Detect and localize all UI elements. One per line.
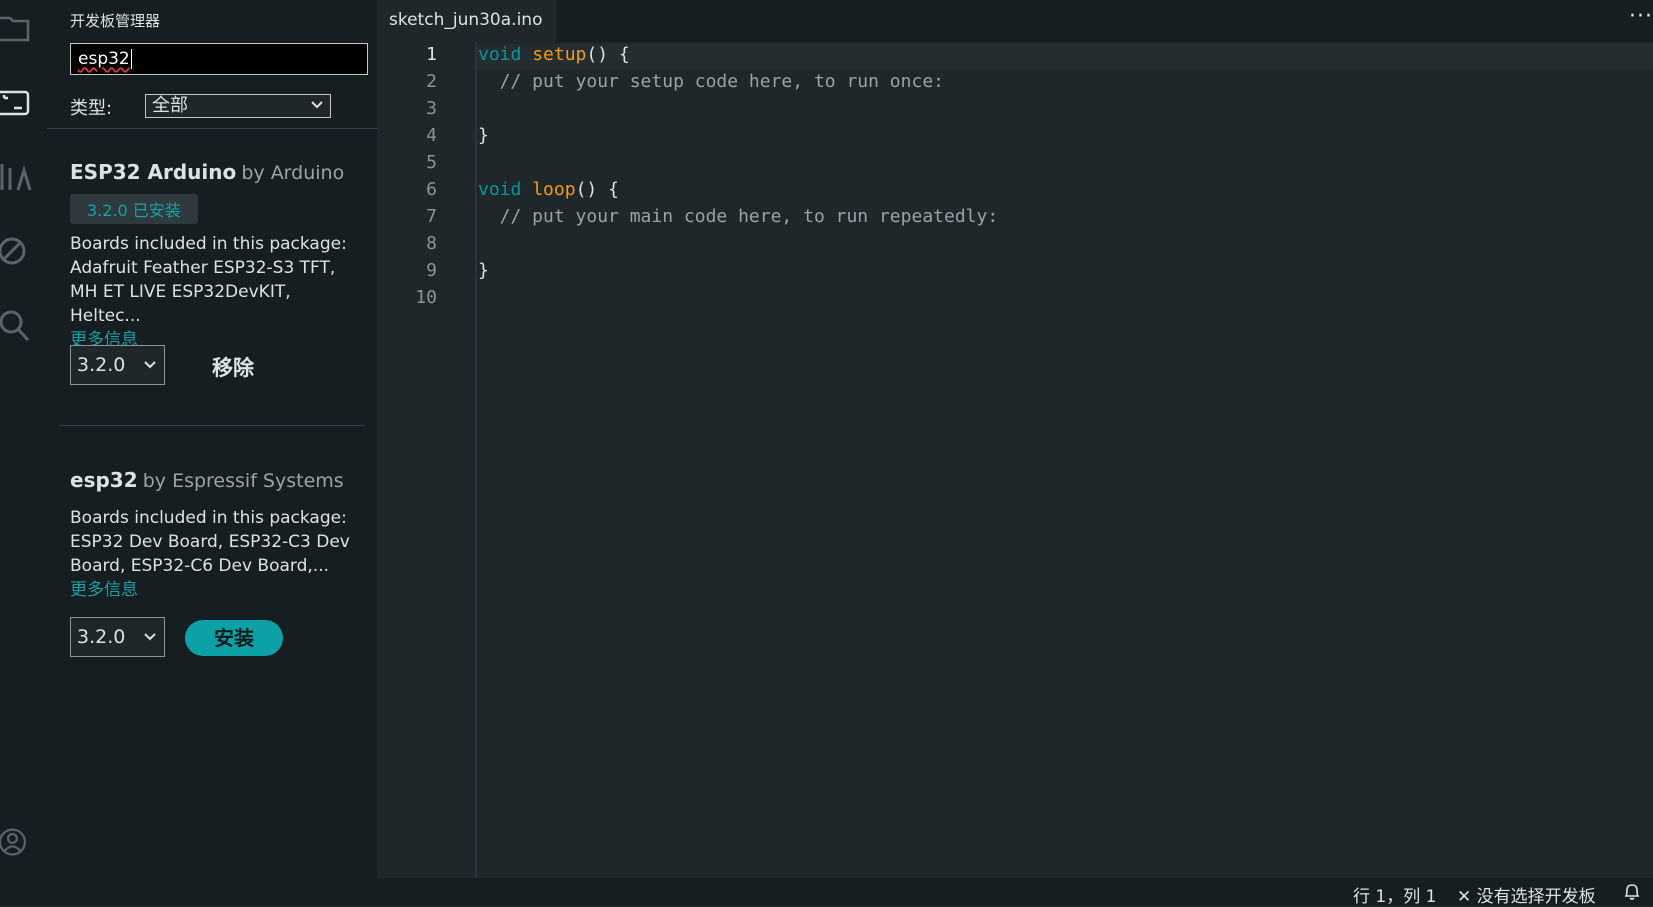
package-header: ESP32 Arduino by Arduino xyxy=(70,160,360,184)
code-editor[interactable]: 1 2 3 4 5 6 7 8 9 10 void setup() { // put your s… xyxy=(377,42,1653,878)
description-line: Adafruit Feather ESP32-S3 TFT, xyxy=(70,258,336,278)
description-intro: Boards included in this package: xyxy=(70,508,347,528)
divider xyxy=(59,425,365,426)
line-number: 8 xyxy=(426,233,437,254)
keyword-token: void xyxy=(478,179,522,200)
code-line: void setup() { xyxy=(478,44,630,65)
version-value: 3.2.0 xyxy=(77,626,126,648)
line-number: 6 xyxy=(426,179,437,200)
description-line: Board, ESP32-C6 Dev Board,... xyxy=(70,556,330,576)
remove-button[interactable]: 移除 xyxy=(212,352,254,382)
package-author: by Arduino xyxy=(241,162,345,184)
punctuation-token: () { xyxy=(575,179,619,200)
package-name: ESP32 Arduino xyxy=(70,160,237,184)
package-card-esp32-arduino: ESP32 Arduino by Arduino 3.2.0 已安装 Board… xyxy=(70,160,360,352)
divider xyxy=(47,128,377,129)
function-token: loop xyxy=(532,179,576,200)
folder-icon[interactable] xyxy=(0,12,32,44)
search-icon[interactable] xyxy=(0,310,32,342)
package-description: Boards included in this package: ESP32 D… xyxy=(70,506,360,578)
board-selector-status[interactable]: ✕ 没有选择开发板 xyxy=(1457,882,1596,907)
account-icon[interactable] xyxy=(0,826,32,858)
line-number: 10 xyxy=(415,287,437,308)
library-icon[interactable] xyxy=(0,160,32,192)
line-number: 1 xyxy=(426,44,437,65)
type-filter-value: 全部 xyxy=(152,95,188,116)
code-line: // put your main code here, to run repea… xyxy=(478,206,999,227)
version-select[interactable]: 3.2.0 xyxy=(70,617,165,657)
keyword-token: void xyxy=(478,44,522,65)
package-header: esp32 by Espressif Systems xyxy=(70,468,360,492)
panel-title: 开发板管理器 xyxy=(70,12,161,30)
comment-token: // put your setup code here, to run once… xyxy=(478,71,944,92)
installed-badge: 3.2.0 已安装 xyxy=(70,194,198,224)
line-number: 5 xyxy=(426,152,437,173)
type-filter-select[interactable]: 全部 xyxy=(145,94,331,118)
bell-icon[interactable] xyxy=(1623,883,1641,901)
tab-sketch[interactable]: sketch_jun30a.ino xyxy=(377,0,557,42)
editor-tab-bar: sketch_jun30a.ino ··· xyxy=(377,0,1653,42)
search-input[interactable]: esp32 xyxy=(70,43,368,75)
current-line-highlight xyxy=(476,44,1653,70)
chevron-down-icon xyxy=(144,361,156,369)
board-manager-panel: 开发板管理器 esp32 类型: 全部 ESP32 Arduino by Ard… xyxy=(47,0,377,878)
cursor-position[interactable]: 行 1，列 1 xyxy=(1353,882,1436,907)
status-bar: 行 1，列 1 ✕ 没有选择开发板 xyxy=(0,878,1653,907)
chevron-down-icon xyxy=(311,101,323,109)
search-input-value: esp32 xyxy=(78,49,130,69)
code-line: } xyxy=(478,125,489,146)
line-number: 9 xyxy=(426,260,437,281)
punctuation-token: () { xyxy=(586,44,630,65)
tab-label: sketch_jun30a.ino xyxy=(389,10,543,30)
activity-bar xyxy=(0,0,47,878)
install-button[interactable]: 安装 xyxy=(185,620,283,656)
line-number: 7 xyxy=(426,206,437,227)
comment-token: // put your main code here, to run repea… xyxy=(478,206,999,227)
package-description: Boards included in this package: Adafrui… xyxy=(70,232,360,328)
package-author: by Espressif Systems xyxy=(142,470,344,492)
line-number: 2 xyxy=(426,71,437,92)
description-line: MH ET LIVE ESP32DevKIT, Heltec... xyxy=(70,282,291,326)
description-intro: Boards included in this package: xyxy=(70,234,347,254)
version-select[interactable]: 3.2.0 xyxy=(70,345,165,385)
type-filter-label: 类型: xyxy=(70,98,113,119)
package-card-esp32-espressif: esp32 by Espressif Systems Boards includ… xyxy=(70,468,360,602)
debug-icon[interactable] xyxy=(0,235,32,267)
gutter-separator xyxy=(475,42,477,878)
chevron-down-icon xyxy=(144,633,156,641)
text-caret xyxy=(130,49,132,69)
code-line: // put your setup code here, to run once… xyxy=(478,71,944,92)
board-manager-icon[interactable] xyxy=(0,86,32,118)
line-number: 4 xyxy=(426,125,437,146)
code-line: void loop() { xyxy=(478,179,619,200)
line-number: 3 xyxy=(426,98,437,119)
package-name: esp32 xyxy=(70,468,138,492)
description-line: ESP32 Dev Board, ESP32-C3 Dev xyxy=(70,532,350,552)
version-value: 3.2.0 xyxy=(77,354,126,376)
function-token: setup xyxy=(532,44,587,65)
more-info-link[interactable]: 更多信息 xyxy=(70,578,360,602)
more-actions-icon[interactable]: ··· xyxy=(1629,4,1653,29)
code-line: } xyxy=(478,260,489,281)
